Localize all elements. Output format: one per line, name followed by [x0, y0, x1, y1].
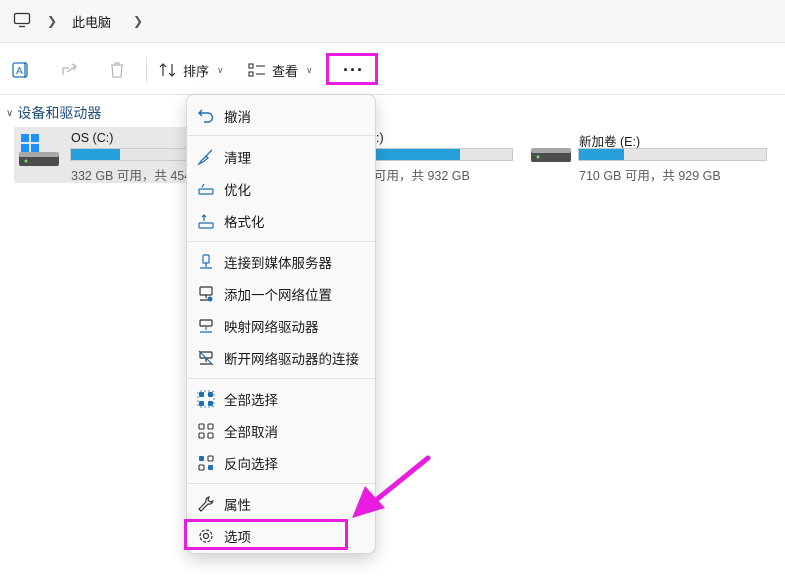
devices-section-header[interactable]: ∨ 设备和驱动器 — [6, 103, 101, 123]
menu-item-undo[interactable]: 撤消 — [187, 100, 375, 130]
menu-item-format[interactable]: 格式化 — [187, 205, 375, 235]
menu-item-cleanup[interactable]: 清理 — [187, 141, 375, 171]
hard-drive-icon — [19, 152, 59, 166]
disconnect-drive-icon — [198, 350, 214, 366]
map-drive-icon — [199, 319, 213, 333]
drive-usage-fill — [371, 149, 460, 160]
menu-item-label: 断开网络驱动器的连接 — [224, 352, 359, 367]
menu-item-optimize[interactable]: 优化 — [187, 173, 375, 203]
options-highlight — [184, 519, 348, 550]
drive-name: :) — [376, 131, 384, 145]
computer-icon[interactable] — [13, 12, 31, 28]
undo-icon — [198, 109, 214, 123]
chevron-down-icon: ∨ — [217, 64, 224, 75]
drive-e[interactable]: 新加卷 (E:) 710 GB 可用，共 929 GB — [528, 127, 773, 183]
menu-item-label: 反向选择 — [224, 457, 278, 472]
menu-item-label: 映射网络驱动器 — [224, 320, 319, 335]
broom-icon — [197, 149, 213, 166]
drive-c[interactable]: OS (C:) 332 GB 可用，共 454 — [14, 127, 194, 183]
view-icon — [248, 63, 265, 77]
menu-item-add-network-location[interactable]: 添加一个网络位置 — [187, 278, 375, 308]
menu-item-label: 全部选择 — [224, 393, 278, 408]
sort-icon — [159, 63, 176, 77]
view-button[interactable]: 查看 ∨ — [248, 60, 313, 80]
menu-item-select-all[interactable]: 全部选择 — [187, 383, 375, 413]
drive-space: 332 GB 可用，共 454 — [71, 169, 192, 183]
wrench-icon — [198, 496, 214, 512]
menu-divider — [187, 378, 375, 379]
invert-selection-icon — [198, 455, 214, 471]
view-label: 查看 — [272, 63, 299, 79]
menu-item-label: 全部取消 — [224, 425, 278, 440]
section-title: 设备和驱动器 — [17, 105, 102, 121]
drive-usage-bar — [370, 148, 513, 161]
menu-item-map-network-drive[interactable]: 映射网络驱动器 — [187, 310, 375, 340]
drive-name: OS (C:) — [71, 131, 114, 145]
select-none-icon — [198, 423, 214, 439]
drive-space: 710 GB 可用，共 929 GB — [579, 169, 721, 183]
menu-item-label: 添加一个网络位置 — [224, 288, 332, 303]
drive-usage-fill — [579, 149, 624, 160]
delete-icon[interactable] — [107, 60, 127, 80]
format-drive-icon — [198, 214, 214, 229]
chevron-right-icon[interactable]: ❯ — [47, 14, 57, 28]
menu-item-label: 格式化 — [224, 215, 265, 230]
toolbar-divider — [146, 57, 147, 83]
command-bar: A 排序 ∨ 查看 ∨ — [0, 44, 785, 95]
drive-space: 可用，共 932 GB — [374, 169, 470, 183]
sort-label: 排序 — [183, 63, 210, 79]
chevron-down-icon: ∨ — [306, 64, 313, 75]
sort-button[interactable]: 排序 ∨ — [159, 60, 224, 80]
optimize-drive-icon — [198, 183, 214, 195]
breadcrumb-this-pc[interactable]: 此电脑 — [72, 12, 111, 31]
rename-icon[interactable]: A — [11, 60, 31, 80]
menu-item-label: 撤消 — [224, 110, 251, 125]
menu-divider — [187, 135, 375, 136]
drive-usage-bar — [70, 148, 194, 161]
drive-usage-fill — [71, 149, 120, 160]
menu-item-connect-media-server[interactable]: 连接到媒体服务器 — [187, 246, 375, 276]
menu-item-disconnect-network-drive[interactable]: 断开网络驱动器的连接 — [187, 342, 375, 372]
svg-text:A: A — [16, 66, 23, 77]
more-options-button[interactable]: ··· — [343, 60, 364, 81]
drive-usage-bar — [578, 148, 767, 161]
address-bar: ❯ 此电脑 ❯ — [0, 0, 785, 43]
menu-item-select-none[interactable]: 全部取消 — [187, 415, 375, 445]
chevron-down-icon: ∨ — [6, 107, 14, 119]
select-all-icon — [197, 390, 215, 408]
menu-item-label: 清理 — [224, 151, 251, 166]
drive-d[interactable]: :) 可用，共 932 GB — [360, 127, 520, 183]
menu-item-label: 优化 — [224, 183, 251, 198]
menu-divider — [187, 241, 375, 242]
windows-logo-icon — [21, 134, 39, 152]
menu-item-label: 属性 — [224, 498, 251, 513]
network-location-icon — [199, 286, 213, 302]
hard-drive-icon — [531, 148, 571, 162]
menu-item-label: 连接到媒体服务器 — [224, 256, 332, 271]
chevron-right-icon[interactable]: ❯ — [133, 14, 143, 28]
share-icon[interactable] — [60, 60, 80, 80]
pointer-arrow-annotation — [352, 455, 431, 518]
media-server-icon — [200, 254, 212, 269]
